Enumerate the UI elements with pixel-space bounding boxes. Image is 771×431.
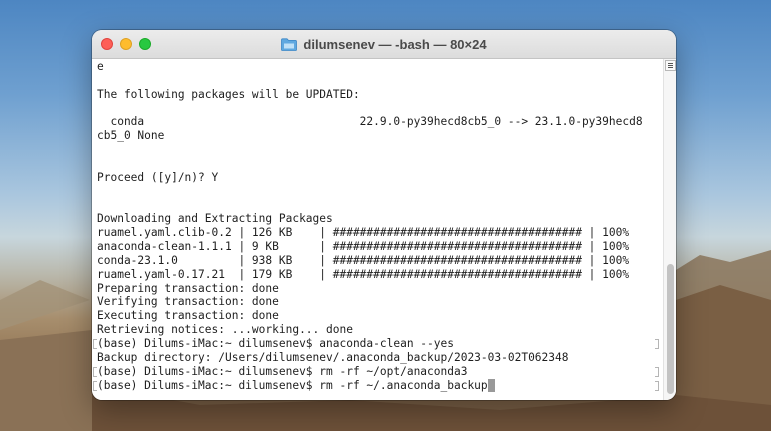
terminal-line-text: (base) Dilums-iMac:~ dilumsenev$ rm -rf … — [97, 364, 468, 378]
terminal-line-text: The following packages will be UPDATED: — [97, 87, 360, 101]
terminal-line: The following packages will be UPDATED: — [97, 88, 360, 102]
terminal-line: Downloading and Extracting Packages — [97, 212, 333, 226]
terminal-line-text: (base) Dilums-iMac:~ dilumsenev$ anacond… — [97, 337, 454, 350]
terminal-line: (base) Dilums-iMac:~ dilumsenev$ rm -rf … — [97, 378, 495, 393]
scrollbar[interactable] — [663, 59, 676, 400]
terminal-line-text: Executing transaction: done — [97, 309, 279, 323]
prompt-mark-left — [93, 380, 97, 391]
terminal-line-text: ruamel.yaml-0.17.21 | 179 KB | #########… — [97, 267, 630, 281]
text-cursor — [487, 378, 495, 392]
list-icon[interactable] — [665, 60, 676, 71]
terminal-line: cb5_0 None — [97, 129, 164, 143]
terminal-line: Backup directory: /Users/dilumsenev/.ana… — [97, 351, 568, 365]
prompt-mark-right — [655, 380, 659, 391]
terminal-line-text: anaconda-clean-1.1.1 | 9 KB | ##########… — [97, 240, 630, 254]
terminal-line-text: conda 22.9.0-py39hecd8cb5_0 --> 23.1.0-p… — [97, 115, 643, 129]
terminal-line-text: cb5_0 None — [97, 129, 165, 143]
terminal-line: (base) Dilums-iMac:~ dilumsenev$ rm -rf … — [97, 365, 467, 379]
terminal-line-text: Proceed ([y]/n)? Y — [97, 170, 219, 184]
terminal-line-text: Verifying transaction: done — [97, 295, 279, 309]
terminal-line-text: conda-23.1.0 | 938 KB | ################… — [97, 253, 630, 267]
terminal-output[interactable]: e The following packages will be UPDATED:… — [92, 59, 663, 400]
terminal-window: dilumsenev — -bash — 80×24 e The followin… — [92, 30, 676, 400]
terminal-line: Preparing transaction: done — [97, 282, 279, 296]
terminal-line-text: Backup directory: /Users/dilumsenev/.ana… — [97, 350, 569, 364]
prompt-mark-left — [93, 339, 97, 349]
terminal-line: e — [97, 60, 104, 74]
scrollbar-thumb[interactable] — [667, 264, 674, 394]
terminal-line: (base) Dilums-iMac:~ dilumsenev$ anacond… — [97, 337, 454, 351]
terminal-line: ruamel.yaml-0.17.21 | 179 KB | #########… — [97, 268, 629, 282]
terminal-line-text: Retrieving notices: ...working... done — [97, 323, 353, 337]
terminal-line-text: e — [97, 60, 104, 73]
terminal-line: Verifying transaction: done — [97, 295, 279, 309]
terminal-line: conda-23.1.0 | 938 KB | ################… — [97, 254, 629, 268]
terminal-line: Retrieving notices: ...working... done — [97, 323, 353, 337]
prompt-mark-left — [93, 366, 97, 377]
terminal-line: ruamel.yaml.clib-0.2 | 126 KB | ########… — [97, 226, 629, 240]
window-title: dilumsenev — -bash — 80×24 — [303, 36, 487, 52]
terminal-line-text: (base) Dilums-iMac:~ dilumsenev$ rm -rf … — [97, 378, 488, 392]
terminal-line: conda 22.9.0-py39hecd8cb5_0 --> 23.1.0-p… — [97, 115, 643, 129]
window-title-area: dilumsenev — -bash — 80×24 — [92, 30, 676, 58]
prompt-mark-right — [655, 366, 659, 377]
terminal-line: anaconda-clean-1.1.1 | 9 KB | ##########… — [97, 240, 629, 254]
title-bar[interactable]: dilumsenev — -bash — 80×24 — [92, 30, 676, 59]
terminal-line-text: Preparing transaction: done — [97, 281, 279, 295]
terminal-line-text: Downloading and Extracting Packages — [97, 212, 333, 226]
terminal-line: Executing transaction: done — [97, 309, 279, 323]
prompt-mark-right — [655, 339, 659, 349]
terminal-line: Proceed ([y]/n)? Y — [97, 171, 218, 185]
folder-icon — [281, 37, 298, 51]
terminal-line-text: ruamel.yaml.clib-0.2 | 126 KB | ########… — [97, 226, 630, 240]
